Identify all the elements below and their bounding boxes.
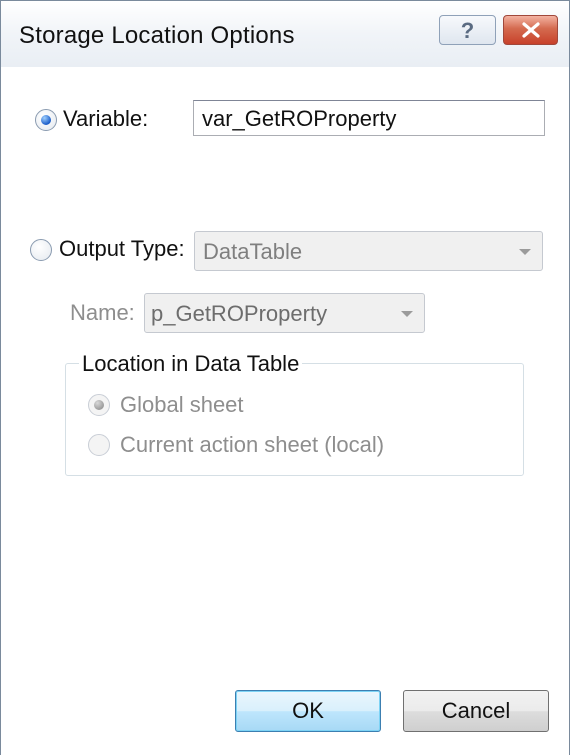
close-button[interactable] bbox=[503, 15, 558, 45]
storage-location-options-dialog: Storage Location Options ? Variable: var… bbox=[0, 0, 570, 755]
title-bar[interactable]: Storage Location Options ? bbox=[1, 1, 569, 67]
global-sheet-label: Global sheet bbox=[120, 392, 244, 417]
name-select[interactable]: p_GetROProperty bbox=[144, 293, 425, 333]
variable-input-value: var_GetROProperty bbox=[202, 106, 397, 131]
dialog-title: Storage Location Options bbox=[19, 22, 295, 49]
ok-button[interactable]: OK bbox=[235, 690, 381, 732]
cancel-button[interactable]: Cancel bbox=[403, 690, 549, 732]
name-label: Name: bbox=[70, 300, 135, 325]
variable-radio[interactable] bbox=[35, 109, 57, 131]
chevron-down-icon bbox=[519, 249, 531, 255]
radio-selected-dot bbox=[94, 400, 104, 410]
output-type-select[interactable]: DataTable bbox=[194, 231, 543, 271]
help-icon: ? bbox=[460, 18, 475, 43]
current-action-sheet-radio[interactable] bbox=[88, 434, 110, 456]
close-icon bbox=[522, 22, 540, 38]
variable-label: Variable: bbox=[63, 106, 149, 131]
location-groupbox bbox=[65, 363, 524, 476]
help-button[interactable]: ? bbox=[439, 15, 496, 45]
name-value: p_GetROProperty bbox=[151, 301, 328, 326]
output-type-label: Output Type: bbox=[59, 236, 185, 261]
location-group-title: Location in Data Table bbox=[79, 351, 303, 377]
variable-input[interactable]: var_GetROProperty bbox=[193, 100, 545, 136]
output-type-value: DataTable bbox=[203, 239, 303, 264]
current-action-sheet-label: Current action sheet (local) bbox=[120, 432, 385, 457]
global-sheet-radio[interactable] bbox=[88, 394, 110, 416]
output-type-radio[interactable] bbox=[30, 239, 52, 261]
radio-selected-dot bbox=[41, 115, 51, 125]
chevron-down-icon bbox=[401, 311, 413, 317]
